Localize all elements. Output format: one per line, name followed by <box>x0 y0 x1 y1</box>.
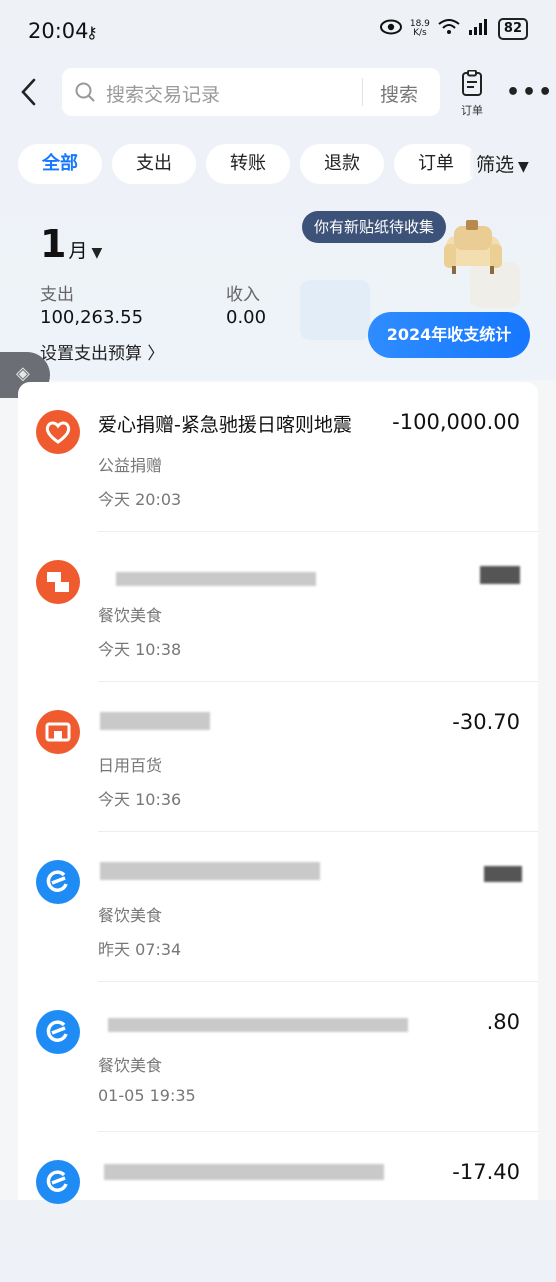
transaction-time: 今天 10:38 <box>98 640 182 659</box>
transaction-title: 爱心捐赠-紧急驰援日喀则地震 <box>98 414 352 436</box>
transaction-category: 餐饮美食 <box>98 606 163 625</box>
transaction-time: 01-05 19:35 <box>98 1086 196 1105</box>
transaction-row[interactable]: 餐饮美食 昨天 07:34 <box>18 832 538 982</box>
chip-all[interactable]: 全部 <box>18 144 102 184</box>
redacted-title <box>100 712 210 730</box>
search-icon <box>74 81 96 107</box>
month-number: 1 <box>40 222 67 266</box>
search-divider <box>362 78 363 106</box>
sofa-sticker-icon[interactable] <box>440 218 506 278</box>
chip-expense[interactable]: 支出 <box>112 144 196 184</box>
eye-icon <box>379 19 402 39</box>
filter-button[interactable]: 筛选 ▼ <box>470 150 529 177</box>
chip-order[interactable]: 订单 <box>394 144 473 184</box>
eleme-icon <box>36 860 80 904</box>
transaction-row[interactable]: 爱心捐赠-紧急驰援日喀则地震 -100,000.00 公益捐赠 今天 20:03 <box>18 382 538 532</box>
status-bar: 20:04 ⚷ 18.9 K/s 82 <box>0 0 556 62</box>
filter-label: 筛选 <box>476 154 515 176</box>
net-speed: 18.9 K/s <box>410 20 430 38</box>
transaction-amount: .80 <box>486 1010 520 1034</box>
sticker-tip-bubble[interactable]: 你有新贴纸待收集 <box>302 211 447 243</box>
redacted-title <box>116 572 316 586</box>
redacted-title <box>104 1164 384 1180</box>
transaction-category: 日用百货 <box>98 756 163 775</box>
chevron-left-icon <box>21 78 36 106</box>
redacted-title <box>108 1018 408 1032</box>
transaction-amount: -17.40 <box>452 1160 520 1184</box>
month-unit: 月 <box>68 240 88 262</box>
transaction-row[interactable]: -30.70 日用百货 今天 10:36 <box>18 682 538 832</box>
background-decoration <box>300 280 370 340</box>
redacted-amount <box>480 566 520 584</box>
signal-icon <box>468 19 490 39</box>
wifi-icon <box>438 19 460 39</box>
chip-transfer[interactable]: 转账 <box>206 144 290 184</box>
triangle-down-icon: ▼ <box>91 245 103 261</box>
key-icon: ⚷ <box>86 23 98 42</box>
transaction-row[interactable]: .80 餐饮美食 01-05 19:35 <box>18 982 538 1132</box>
chip-refund[interactable]: 退款 <box>300 144 384 184</box>
transaction-category: 餐饮美食 <box>98 1056 163 1075</box>
food-store-icon <box>36 560 80 604</box>
status-right: 18.9 K/s 82 <box>379 18 528 40</box>
back-button[interactable] <box>16 76 44 108</box>
shop-icon <box>36 710 80 754</box>
transaction-time: 昨天 07:34 <box>98 940 182 959</box>
income-label: 收入 <box>226 285 260 305</box>
transaction-amount: -30.70 <box>452 710 520 734</box>
triangle-down-icon: ▼ <box>518 159 529 175</box>
net-speed-unit: K/s <box>413 28 427 38</box>
eleme-icon <box>36 1010 80 1054</box>
search-button[interactable]: 搜索 <box>380 80 418 107</box>
charity-heart-icon <box>36 410 80 454</box>
battery-indicator: 82 <box>497 18 528 40</box>
filter-chips: 全部 支出 转账 退款 订单 <box>18 144 473 184</box>
order-label: 订单 <box>461 104 483 117</box>
transaction-row[interactable]: -17.40 <box>18 1132 538 1282</box>
income-value: 0.00 <box>226 307 267 328</box>
annual-stats-button[interactable]: 2024年收支统计 <box>368 312 530 358</box>
diamond-arrows-icon: ◈ <box>16 363 30 384</box>
transaction-time: 今天 10:36 <box>98 790 182 809</box>
transaction-category: 公益捐赠 <box>98 456 163 475</box>
more-options-button[interactable]: ••• <box>506 80 554 105</box>
redacted-amount <box>484 866 522 882</box>
search-input[interactable]: 搜索交易记录 <box>106 80 220 107</box>
set-budget-link[interactable]: 设置支出预算 〉 <box>40 339 164 364</box>
month-selector[interactable]: 1 月 ▼ <box>40 222 102 266</box>
transaction-time: 今天 20:03 <box>98 490 182 509</box>
expense-value: 100,263.55 <box>40 307 144 328</box>
redacted-title <box>100 862 320 880</box>
eleme-icon <box>36 1160 80 1204</box>
status-time: 20:04 <box>28 19 89 43</box>
clipboard-icon <box>462 69 482 96</box>
expense-label: 支出 <box>40 285 74 305</box>
transaction-row[interactable]: 餐饮美食 今天 10:38 <box>18 532 538 682</box>
order-button[interactable]: 订单 <box>456 69 488 118</box>
search-bar[interactable]: 搜索交易记录 搜索 <box>62 68 440 116</box>
transaction-category: 餐饮美食 <box>98 906 163 925</box>
transaction-list: 爱心捐赠-紧急驰援日喀则地震 -100,000.00 公益捐赠 今天 20:03… <box>18 382 538 1204</box>
transaction-amount: -100,000.00 <box>392 410 520 434</box>
